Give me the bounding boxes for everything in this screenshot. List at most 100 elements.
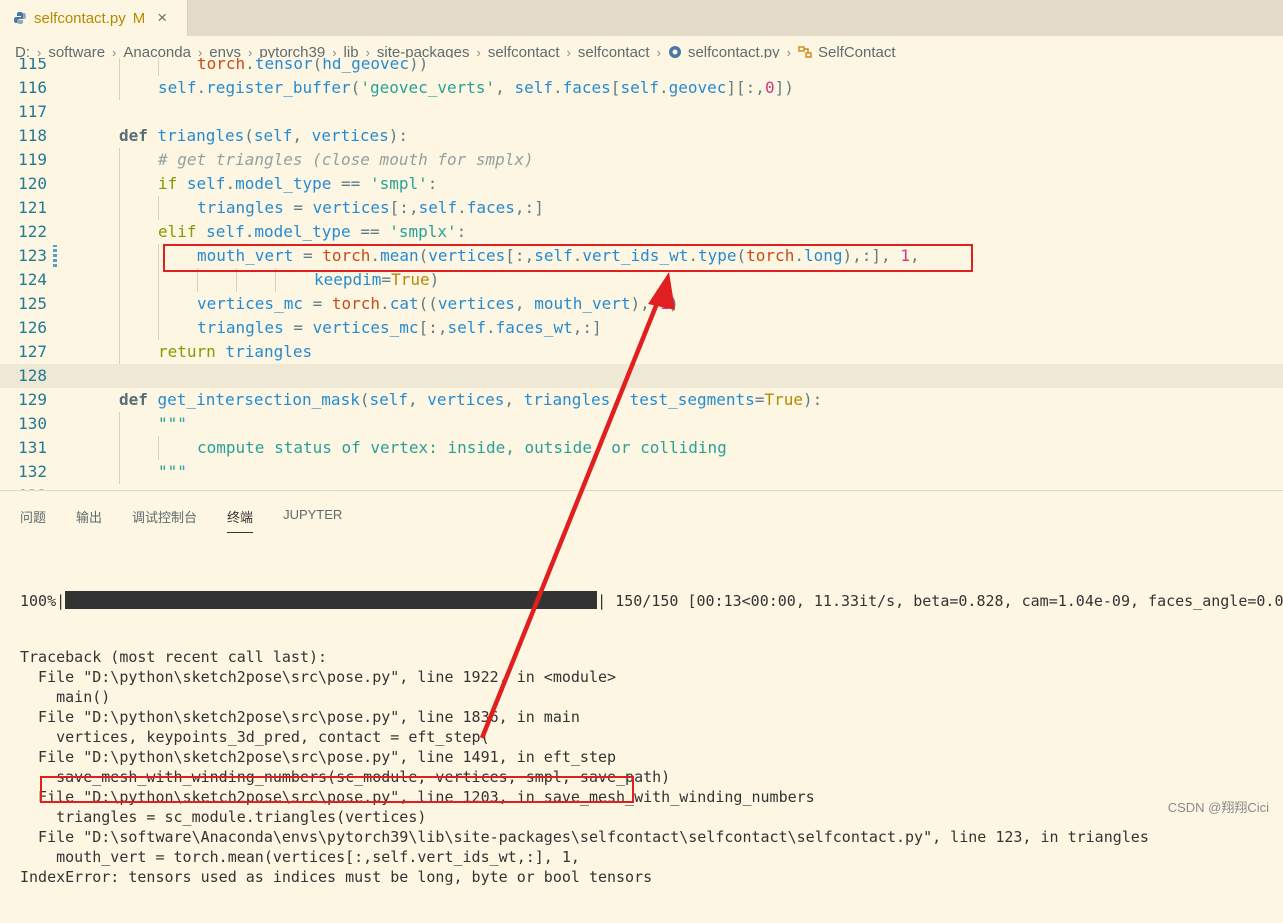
- git-modified-marker: [53, 245, 57, 267]
- terminal-line: vertices, keypoints_3d_pred, contact = e…: [20, 728, 490, 746]
- indent-guide: [158, 196, 159, 220]
- indent-guide: [158, 268, 159, 292]
- line-number: 122: [18, 222, 47, 241]
- code-line[interactable]: 121 triangles = vertices[:,self.faces,:]: [0, 196, 1283, 220]
- line-number: 117: [18, 102, 47, 121]
- indent-guide: [119, 292, 120, 316]
- indent-guide: [158, 316, 159, 340]
- indent-guide: [119, 460, 120, 484]
- line-number: 118: [18, 126, 47, 145]
- annotation-box-terminal: [40, 776, 634, 803]
- code-line[interactable]: 132 """: [0, 460, 1283, 484]
- line-number: 124: [18, 270, 47, 289]
- indent-guide: [119, 220, 120, 244]
- code-text: triangles = vertices_mc[:,self.faces_wt,…: [197, 318, 602, 337]
- code-text: """: [158, 462, 187, 481]
- close-icon[interactable]: ×: [157, 8, 167, 28]
- line-number: 123: [18, 246, 47, 265]
- indent-guide: [119, 148, 120, 172]
- line-number: 116: [18, 78, 47, 97]
- code-text: # get triangles (close mouth for smplx): [158, 150, 534, 169]
- indent-guide: [119, 58, 120, 76]
- indent-guide: [119, 268, 120, 292]
- progress-bar: [65, 591, 598, 609]
- indent-guide: [119, 436, 120, 460]
- terminal-line: File "D:\python\sketch2pose\src\pose.py"…: [20, 668, 617, 686]
- code-line[interactable]: 130 """: [0, 412, 1283, 436]
- indent-guide: [119, 340, 120, 364]
- code-line[interactable]: 126 triangles = vertices_mc[:,self.faces_…: [0, 316, 1283, 340]
- code-line[interactable]: 120 if self.model_type == 'smpl':: [0, 172, 1283, 196]
- line-number: 129: [18, 390, 47, 409]
- code-line[interactable]: 119 # get triangles (close mouth for smpl…: [0, 148, 1283, 172]
- tab-debug-console[interactable]: 调试控制台: [132, 507, 197, 533]
- code-line[interactable]: 127 return triangles: [0, 340, 1283, 364]
- line-number: 115: [18, 58, 47, 73]
- line-number: 121: [18, 198, 47, 217]
- terminal-line: mouth_vert = torch.mean(vertices[:,self.…: [20, 848, 580, 866]
- indent-guide: [158, 292, 159, 316]
- code-text: def get_intersection_mask(self, vertices…: [119, 390, 823, 409]
- indent-guide: [158, 244, 159, 268]
- line-number: 120: [18, 174, 47, 193]
- terminal-output[interactable]: 100%| | 150/150 [00:13<00:00, 11.33it/s, …: [20, 555, 1283, 923]
- indent-guide: [119, 196, 120, 220]
- indent-guide: [158, 436, 159, 460]
- indent-guide: [119, 172, 120, 196]
- code-line[interactable]: 116 self.register_buffer('geovec_verts', …: [0, 76, 1283, 100]
- code-text: return triangles: [158, 342, 313, 361]
- tab-problems[interactable]: 问题: [20, 507, 46, 533]
- code-line[interactable]: 128: [0, 364, 1283, 388]
- code-text: self.register_buffer('geovec_verts', sel…: [158, 78, 794, 97]
- tab-terminal[interactable]: 终端: [227, 507, 254, 533]
- code-line[interactable]: 117: [0, 100, 1283, 124]
- progress-line: 100%| | 150/150 [00:13<00:00, 11.33it/s, …: [20, 591, 1283, 611]
- class-symbol-icon: [798, 46, 812, 58]
- code-line[interactable]: 118 def triangles(self, vertices):: [0, 124, 1283, 148]
- progress-status: | 150/150 [00:13<00:00, 11.33it/s, beta=…: [597, 592, 1283, 610]
- terminal-line: File "D:\python\sketch2pose\src\pose.py"…: [20, 708, 580, 726]
- line-number: 130: [18, 414, 47, 433]
- line-number: 128: [18, 366, 47, 385]
- tab-selfcontact-py[interactable]: selfcontact.py M ×: [0, 0, 188, 36]
- code-text: vertices_mc = torch.cat((vertices, mouth…: [197, 294, 679, 313]
- line-number: 125: [18, 294, 47, 313]
- code-line[interactable]: 129 def get_intersection_mask(self, verti…: [0, 388, 1283, 412]
- indent-guide: [119, 244, 120, 268]
- line-number: 126: [18, 318, 47, 337]
- code-editor[interactable]: 115 torch.tensor(hd_geovec)) 116 self.regis…: [0, 58, 1283, 490]
- tab-filename: selfcontact.py: [34, 9, 126, 27]
- code-line[interactable]: 115 torch.tensor(hd_geovec)): [0, 58, 1283, 76]
- progress-percent: 100%|: [20, 592, 66, 610]
- tab-jupyter[interactable]: JUPYTER: [283, 507, 342, 533]
- python-file-icon: [668, 46, 681, 58]
- code-text: torch.tensor(hd_geovec)): [197, 58, 429, 73]
- line-number: 119: [18, 150, 47, 169]
- code-text: if self.model_type == 'smpl':: [158, 174, 438, 193]
- tab-output[interactable]: 输出: [76, 507, 102, 533]
- watermark: CSDN @翔翔Cici: [1167, 800, 1269, 815]
- annotation-box-editor: [163, 244, 973, 272]
- terminal-line: IndexError: tensors used as indices must…: [20, 868, 653, 886]
- code-text: compute status of vertex: inside, outsid…: [197, 438, 727, 457]
- terminal-line: File "D:\software\Anaconda\envs\pytorch3…: [20, 828, 1149, 846]
- line-number: 127: [18, 342, 47, 361]
- panel-tabs: 问题 输出 调试控制台 终端 JUPYTER: [20, 507, 372, 533]
- code-text: def triangles(self, vertices):: [119, 126, 409, 145]
- terminal-line: triangles = sc_module.triangles(vertices…: [20, 808, 427, 826]
- code-line[interactable]: 122 elif self.model_type == 'smplx':: [0, 220, 1283, 244]
- code-line[interactable]: 125 vertices_mc = torch.cat((vertices, mo…: [0, 292, 1283, 316]
- tab-bar: selfcontact.py M ×: [0, 0, 1283, 36]
- modified-badge: M: [132, 9, 146, 27]
- indent-guide: [158, 58, 159, 76]
- indent-guide: [119, 76, 120, 100]
- terminal-line: main(): [20, 688, 111, 706]
- indent-guide: [119, 412, 120, 436]
- terminal-line: Traceback (most recent call last):: [20, 648, 328, 666]
- code-text: """: [158, 414, 187, 433]
- line-number: 131: [18, 438, 47, 457]
- line-number: 132: [18, 462, 47, 481]
- code-line[interactable]: 131 compute status of vertex: inside, out…: [0, 436, 1283, 460]
- python-file-icon: [14, 12, 26, 24]
- terminal-line: File "D:\python\sketch2pose\src\pose.py"…: [20, 748, 617, 766]
